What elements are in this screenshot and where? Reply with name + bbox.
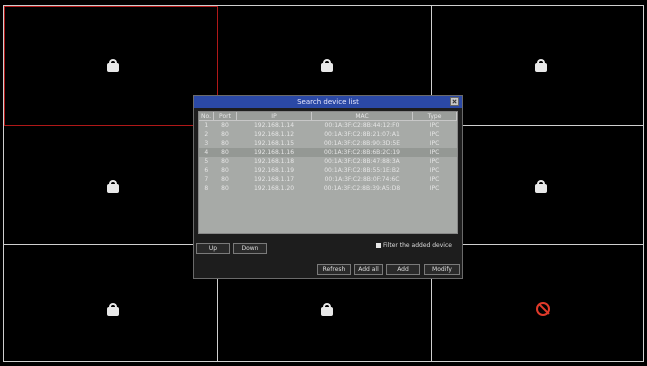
table-row[interactable]: 5 80 192.168.1.18 00:1A:3F:C2:8B:47:88:3A IP… — [199, 157, 457, 166]
cell-no: 8 — [204, 185, 209, 192]
cell-mac: 00:1A:3F:C2:8B:39:A5:D8 — [323, 185, 401, 192]
cell-type: IPC — [412, 148, 457, 157]
refresh-button[interactable]: Refresh — [317, 264, 351, 275]
cell-no: 1 — [204, 122, 209, 129]
table-row[interactable]: 3 80 192.168.1.15 00:1A:3F:C2:8B:90:3D:5E IP… — [199, 139, 457, 148]
modify-button-label: Modify — [432, 266, 452, 273]
cell-port: 80 — [221, 176, 229, 183]
cell-no: 5 — [204, 158, 209, 165]
cell-ip: 192.168.1.12 — [253, 131, 295, 138]
camera-icon[interactable] — [105, 302, 121, 316]
cell-type: IPC — [429, 167, 440, 174]
up-button-label: Up — [208, 245, 218, 252]
column-header[interactable]: Type — [412, 112, 457, 121]
cell-mac: 00:1A:3F:C2:8B:0F:74:6C — [324, 176, 400, 183]
cell-type: IPC — [429, 176, 440, 183]
cell-no: 3 — [204, 140, 209, 147]
cell-no: 7 — [204, 176, 209, 183]
table-row[interactable]: 4 80 192.168.1.16 00:1A:3F:C2:8B:6B:2C:19 IP… — [199, 148, 457, 157]
cell-port: 80 — [221, 140, 229, 147]
camera-icon[interactable] — [319, 302, 335, 316]
cell-port: 80 — [213, 148, 237, 157]
cell-ip: 192.168.1.14 — [253, 122, 295, 129]
cell-no: 6 — [204, 167, 209, 174]
refresh-button-label: Refresh — [322, 266, 346, 273]
table-row[interactable]: 6 80 192.168.1.19 00:1A:3F:C2:8B:55:1E:B2 IP… — [199, 166, 457, 175]
add-button[interactable]: Add — [386, 264, 420, 275]
device-list[interactable]: No. Port IP MAC Type 1 80 192.168.1.14 00:1… — [198, 111, 458, 234]
column-header[interactable]: IP — [236, 112, 312, 121]
cell-mac: 00:1A:3F:C2:8B:47:88:3A — [324, 158, 400, 165]
camera-icon[interactable] — [533, 58, 549, 72]
camera-icon[interactable] — [319, 58, 335, 72]
cell-port: 80 — [221, 122, 229, 129]
column-header[interactable]: Port — [213, 112, 237, 121]
cell-mac: 00:1A:3F:C2:8B:21:07:A1 — [324, 131, 400, 138]
table-row[interactable]: 1 80 192.168.1.14 00:1A:3F:C2:8B:44:12:F0 IP… — [199, 121, 457, 131]
close-icon[interactable] — [450, 97, 459, 106]
add-button-label: Add — [397, 266, 409, 273]
table-row[interactable]: 2 80 192.168.1.12 00:1A:3F:C2:8B:21:07:A1 IP… — [199, 130, 457, 139]
table-row[interactable]: 8 80 192.168.1.20 00:1A:3F:C2:8B:39:A5:D8 IP… — [199, 184, 457, 193]
no-signal-icon — [536, 302, 550, 316]
cell-type: IPC — [429, 158, 440, 165]
cell-type: IPC — [429, 185, 440, 192]
cell-ip: 192.168.1.16 — [236, 148, 312, 157]
dialog-titlebar[interactable]: Search device list — [194, 96, 462, 108]
cell-port: 80 — [221, 167, 229, 174]
add-all-button[interactable]: Add all — [354, 264, 383, 275]
cell-no: 2 — [204, 131, 209, 138]
cell-no: 4 — [199, 148, 214, 157]
checkbox-icon[interactable] — [376, 243, 381, 248]
cell-port: 80 — [221, 158, 229, 165]
cell-type: IPC — [429, 131, 440, 138]
cell-ip: 192.168.1.15 — [253, 140, 295, 147]
modify-button[interactable]: Modify — [424, 264, 460, 275]
cell-mac: 00:1A:3F:C2:8B:90:3D:5E — [323, 140, 401, 147]
column-header[interactable]: No. — [199, 112, 214, 121]
up-button[interactable]: Up — [196, 243, 230, 254]
cell-ip: 192.168.1.17 — [253, 176, 295, 183]
cell-ip: 192.168.1.18 — [253, 158, 295, 165]
cell-mac: 00:1A:3F:C2:8B:55:1E:B2 — [324, 167, 400, 174]
down-button-label: Down — [241, 245, 259, 252]
filter-label: Filter the added device — [383, 242, 452, 249]
cell-port: 80 — [221, 131, 229, 138]
column-header[interactable]: MAC — [311, 112, 413, 121]
table-row[interactable]: 7 80 192.168.1.17 00:1A:3F:C2:8B:0F:74:6C IP… — [199, 175, 457, 184]
dialog-title: Search device list — [297, 98, 359, 106]
device-table: No. Port IP MAC Type 1 80 192.168.1.14 00:1… — [199, 112, 457, 193]
down-button[interactable]: Down — [233, 243, 267, 254]
add-all-button-label: Add all — [358, 266, 379, 273]
filter-added-checkbox[interactable]: Filter the added device — [376, 242, 452, 249]
cell-ip: 192.168.1.20 — [253, 185, 295, 192]
camera-icon[interactable] — [533, 179, 549, 193]
camera-icon[interactable] — [105, 58, 121, 72]
cell-mac: 00:1A:3F:C2:8B:6B:2C:19 — [311, 148, 413, 157]
camera-icon[interactable] — [105, 179, 121, 193]
cell-port: 80 — [221, 185, 229, 192]
cell-ip: 192.168.1.19 — [253, 167, 295, 174]
cell-mac: 00:1A:3F:C2:8B:44:12:F0 — [324, 122, 400, 129]
cell-type: IPC — [429, 122, 440, 129]
cell-type: IPC — [429, 140, 440, 147]
